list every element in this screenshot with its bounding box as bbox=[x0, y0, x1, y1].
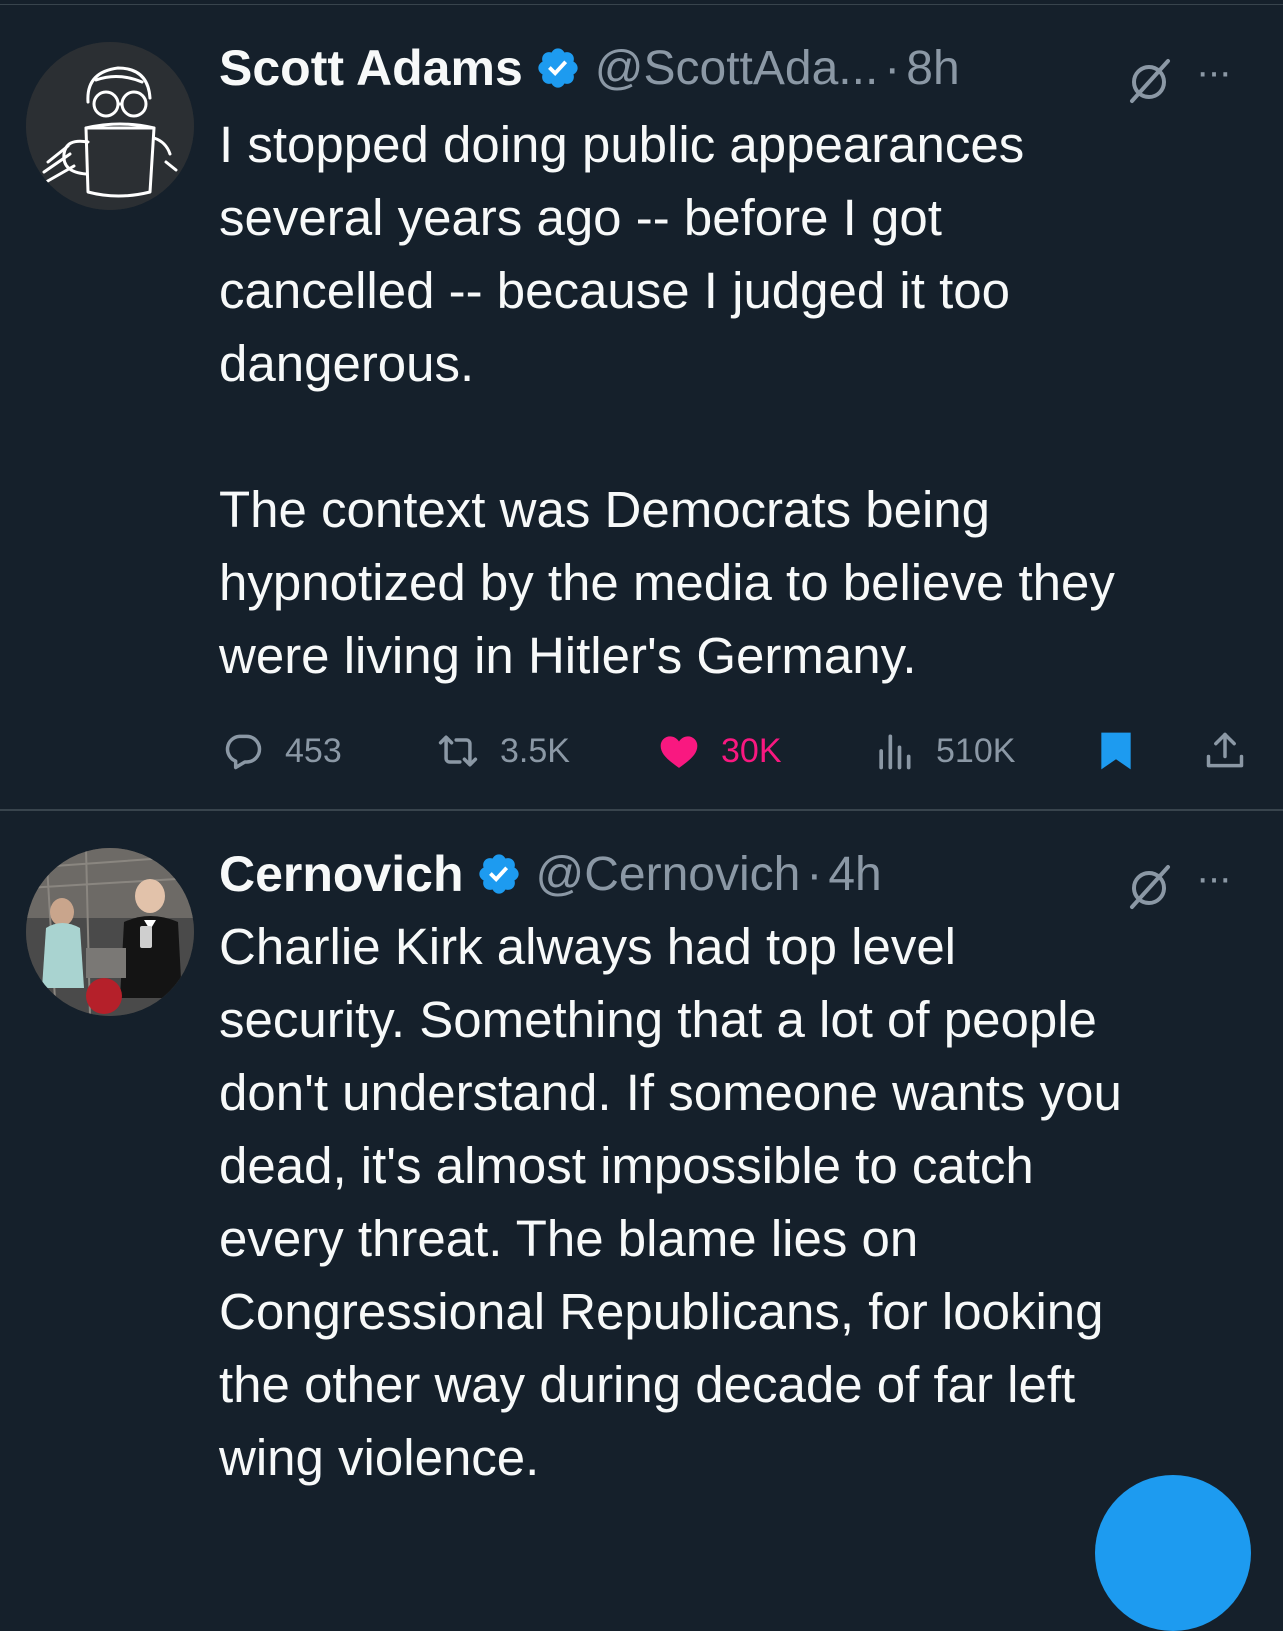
more-icon[interactable]: ··· bbox=[1196, 50, 1232, 95]
view-count: 510K bbox=[936, 731, 1016, 770]
verified-badge-icon bbox=[538, 48, 578, 88]
share-icon bbox=[1206, 732, 1244, 768]
tweet-header: Cernovich @Cernovich · 4h bbox=[219, 841, 882, 907]
tweet-text: Charlie Kirk always had top level securi… bbox=[219, 910, 1259, 1494]
views-icon bbox=[879, 734, 911, 770]
author-name[interactable]: Cernovich bbox=[219, 845, 464, 903]
tweet-actions: 453 3.5K 30K 510K bbox=[0, 723, 1283, 779]
timestamp[interactable]: 4h bbox=[828, 847, 881, 902]
separator-dot: · bbox=[884, 41, 901, 95]
retweet-button[interactable]: 3.5K bbox=[436, 723, 570, 779]
tweet-paragraph: Charlie Kirk always had top level securi… bbox=[219, 918, 1122, 1486]
like-button[interactable]: 30K bbox=[657, 723, 782, 779]
author-handle[interactable]: @ScottAda... bbox=[595, 41, 879, 96]
reply-icon bbox=[225, 734, 262, 770]
mute-icon[interactable] bbox=[1124, 55, 1174, 105]
author-handle[interactable]: @Cernovich bbox=[536, 847, 801, 902]
more-icon[interactable]: ··· bbox=[1196, 856, 1232, 901]
mute-icon[interactable] bbox=[1124, 861, 1174, 911]
avatar[interactable] bbox=[26, 848, 194, 1016]
tweet-paragraph: The context was Democrats being hypnotiz… bbox=[219, 481, 1115, 684]
tweet-header: Scott Adams @ScottAda... · 8h bbox=[219, 35, 960, 101]
timestamp[interactable]: 8h bbox=[906, 41, 959, 96]
tweet-text: I stopped doing public appearances sever… bbox=[219, 108, 1259, 692]
retweet-count: 3.5K bbox=[500, 731, 570, 770]
avatar[interactable] bbox=[26, 42, 194, 210]
tweet[interactable]: Scott Adams @ScottAda... · 8h ··· I stop… bbox=[0, 5, 1283, 810]
like-count: 30K bbox=[721, 731, 782, 770]
views-button[interactable]: 510K bbox=[872, 723, 1015, 779]
retweet-icon bbox=[438, 735, 478, 767]
tweet-paragraph: I stopped doing public appearances sever… bbox=[219, 116, 1025, 392]
share-button[interactable] bbox=[1203, 723, 1247, 779]
reply-button[interactable]: 453 bbox=[221, 723, 342, 779]
separator-dot: · bbox=[806, 847, 823, 901]
reply-count: 453 bbox=[285, 731, 342, 770]
avatar-photo-icon bbox=[26, 848, 194, 1016]
bookmark-icon bbox=[1101, 732, 1131, 770]
like-icon bbox=[660, 736, 698, 768]
compose-button[interactable] bbox=[1095, 1475, 1251, 1631]
tweet[interactable]: Cernovich @Cernovich · 4h ··· Charlie Ki… bbox=[0, 811, 1283, 1521]
verified-badge-icon bbox=[478, 854, 519, 894]
bookmark-button[interactable] bbox=[1094, 723, 1138, 779]
avatar-mug-drawing-icon bbox=[26, 42, 194, 210]
author-name[interactable]: Scott Adams bbox=[219, 39, 523, 97]
